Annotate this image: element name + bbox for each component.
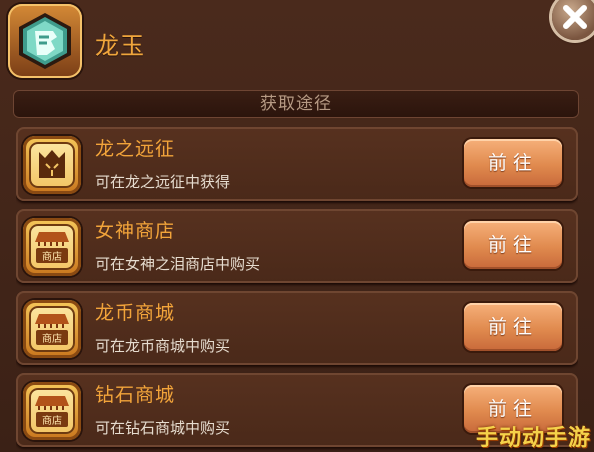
source-title: 女神商店 bbox=[95, 220, 176, 242]
dragon-jade-icon bbox=[8, 4, 82, 78]
source-description: 可在龙币商城中购买 bbox=[95, 337, 231, 355]
shop-icon: 商店 bbox=[23, 382, 81, 440]
svg-text:商店: 商店 bbox=[42, 250, 62, 263]
source-title: 龙之远征 bbox=[95, 138, 176, 160]
close-icon bbox=[563, 5, 587, 29]
go-button[interactable]: 前往 bbox=[464, 303, 562, 351]
section-title: 获取途径 bbox=[13, 90, 579, 118]
close-button[interactable] bbox=[552, 0, 594, 40]
dragon-expedition-icon bbox=[23, 136, 81, 194]
shop-icon: 商店 bbox=[23, 218, 81, 276]
go-button[interactable]: 前往 bbox=[464, 139, 562, 187]
list-item: 商店 女神商店 可在女神之泪商店中购买 前往 bbox=[16, 209, 578, 283]
svg-text:商店: 商店 bbox=[42, 414, 62, 427]
list-item: 龙之远征 可在龙之远征中获得 前往 bbox=[16, 127, 578, 201]
list-item: 商店 龙币商城 可在龙币商城中购买 前往 bbox=[16, 291, 578, 365]
source-description: 可在女神之泪商店中购买 bbox=[95, 255, 261, 273]
source-description: 可在钻石商城中购买 bbox=[95, 419, 231, 437]
source-list: 龙之远征 可在龙之远征中获得 前往 商店 女神商店 可在女神之泪商店中购买 前往 bbox=[16, 120, 578, 451]
source-description: 可在龙之远征中获得 bbox=[95, 173, 231, 191]
source-title: 钻石商城 bbox=[95, 384, 176, 406]
source-title: 龙币商城 bbox=[95, 302, 176, 324]
go-button[interactable]: 前往 bbox=[464, 221, 562, 269]
item-source-panel: 龙玉 获取途径 龙之远征 可在龙之远征中获得 前往 商店 女神商店 可在女神之泪… bbox=[0, 0, 594, 451]
item-name: 龙玉 bbox=[95, 32, 145, 60]
shop-icon: 商店 bbox=[23, 300, 81, 358]
item-header: 龙玉 bbox=[0, 0, 594, 86]
svg-text:商店: 商店 bbox=[42, 332, 62, 345]
watermark-text: 手动动手游 bbox=[476, 426, 592, 451]
